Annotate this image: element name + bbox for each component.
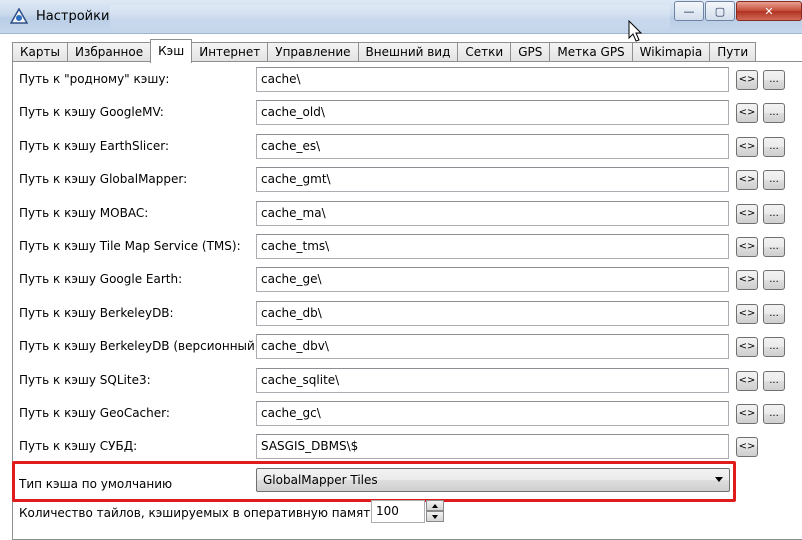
- cache-path-row: Путь к кэшу СУБД: SASGIS_DBMS\$ <>: [19, 434, 802, 460]
- swap-path-button[interactable]: <>: [736, 270, 758, 290]
- cache-path-input[interactable]: cache_old\: [256, 100, 729, 125]
- browse-button[interactable]: ...: [763, 337, 785, 357]
- cache-path-row: Путь к "родному" кэшу: cache\ <>...: [19, 67, 802, 93]
- swap-path-button[interactable]: <>: [736, 304, 758, 324]
- cache-path-row: Путь к кэшу GoogleMV: cache_old\ <>...: [19, 100, 802, 126]
- cache-path-row: Путь к кэшу GlobalMapper: cache_gmt\ <>...: [19, 167, 802, 193]
- cache-path-input[interactable]: cache_ma\: [256, 201, 729, 226]
- swap-path-button[interactable]: <>: [736, 204, 758, 224]
- window-title: Настройки: [36, 9, 110, 24]
- cache-path-label: Путь к кэшу GeoCacher:: [19, 406, 170, 420]
- chevron-down-icon: [715, 477, 723, 482]
- tab-4[interactable]: Управление: [267, 42, 359, 62]
- spin-down-button[interactable]: [426, 511, 444, 522]
- cache-path-label: Путь к кэшу Google Earth:: [19, 272, 183, 286]
- default-cache-type-value: GlobalMapper Tiles: [263, 473, 378, 487]
- cache-path-label: Путь к кэшу GlobalMapper:: [19, 172, 188, 186]
- arrow-down-icon: [432, 515, 438, 519]
- tab-6[interactable]: Сетки: [457, 42, 512, 62]
- tab-1[interactable]: Избранное: [66, 42, 152, 62]
- swap-path-button[interactable]: <>: [736, 103, 758, 123]
- tiles-in-memory-input[interactable]: 100: [371, 500, 425, 523]
- minimize-button[interactable]: —: [674, 1, 704, 21]
- tiles-in-memory-label: Количество тайлов, кэшируемых в оператив…: [19, 506, 378, 520]
- tab-7[interactable]: GPS: [510, 42, 551, 62]
- cache-path-label: Путь к кэшу СУБД:: [19, 439, 138, 453]
- cache-path-input[interactable]: cache_dbv\: [256, 334, 729, 359]
- cache-path-input[interactable]: cache_ge\: [256, 267, 729, 292]
- swap-path-button[interactable]: <>: [736, 70, 758, 90]
- tiles-in-memory-value: 100: [376, 504, 399, 518]
- cache-path-input[interactable]: cache_tms\: [256, 234, 729, 259]
- cache-path-row: Путь к кэшу GeoCacher: cache_gc\ <>...: [19, 401, 802, 427]
- swap-path-button[interactable]: <>: [736, 337, 758, 357]
- swap-path-button[interactable]: <>: [736, 170, 758, 190]
- maximize-icon: ▢: [714, 4, 726, 18]
- cache-path-row: Путь к кэшу MOBAC: cache_ma\ <>...: [19, 201, 802, 227]
- cache-path-row: Путь к кэшу BerkeleyDB: cache_db\ <>...: [19, 301, 802, 327]
- cache-path-label: Путь к "родному" кэшу:: [19, 72, 170, 86]
- arrow-up-icon: [432, 504, 438, 508]
- cache-path-input[interactable]: cache_sqlite\: [256, 368, 729, 393]
- swap-path-button[interactable]: <>: [736, 137, 758, 157]
- close-button[interactable]: ✕: [736, 1, 802, 21]
- swap-path-button[interactable]: <>: [736, 404, 758, 424]
- cache-path-label: Путь к кэшу EarthSlicer:: [19, 139, 170, 153]
- app-icon: [10, 8, 28, 24]
- browse-button[interactable]: ...: [763, 371, 785, 391]
- browse-button[interactable]: ...: [763, 404, 785, 424]
- title-bar[interactable]: Настройки — ▢ ✕: [0, 0, 802, 34]
- tab-2[interactable]: Кэш: [150, 39, 193, 63]
- cache-path-label: Путь к кэшу BerkeleyDB:: [19, 306, 174, 320]
- cache-path-row: Путь к кэшу Tile Map Service (TMS): cache…: [19, 234, 802, 260]
- maximize-button[interactable]: ▢: [705, 1, 735, 21]
- swap-path-button[interactable]: <>: [736, 437, 758, 457]
- cache-path-input[interactable]: cache_db\: [256, 301, 729, 326]
- minimize-icon: —: [683, 4, 695, 18]
- cache-path-label: Путь к кэшу Tile Map Service (TMS):: [19, 239, 241, 253]
- browse-button[interactable]: ...: [763, 137, 785, 157]
- browse-button[interactable]: ...: [763, 70, 785, 90]
- browse-button[interactable]: ...: [763, 270, 785, 290]
- default-cache-type-select[interactable]: GlobalMapper Tiles: [256, 468, 730, 492]
- cache-path-label: Путь к кэшу BerkeleyDB (версионный):: [19, 339, 264, 353]
- cache-path-input[interactable]: cache_gmt\: [256, 167, 729, 192]
- tab-10[interactable]: Пути: [709, 42, 757, 62]
- tab-8[interactable]: Метка GPS: [549, 42, 633, 62]
- default-cache-type-label: Тип кэша по умолчанию: [19, 477, 173, 491]
- browse-button[interactable]: ...: [763, 103, 785, 123]
- cache-path-input[interactable]: SASGIS_DBMS\$: [256, 434, 729, 459]
- tab-3[interactable]: Интернет: [191, 42, 269, 62]
- cache-path-row: Путь к кэшу Google Earth: cache_ge\ <>...: [19, 267, 802, 293]
- swap-path-button[interactable]: <>: [736, 371, 758, 391]
- background-toolbar-ghost: [110, 5, 670, 29]
- browse-button[interactable]: ...: [763, 304, 785, 324]
- browse-button[interactable]: ...: [763, 237, 785, 257]
- cache-path-input[interactable]: cache_gc\: [256, 401, 729, 426]
- cache-path-label: Путь к кэшу GoogleMV:: [19, 105, 164, 119]
- tab-0[interactable]: Карты: [12, 42, 68, 62]
- spin-up-button[interactable]: [426, 500, 444, 511]
- cache-path-label: Путь к кэшу SQLite3:: [19, 373, 151, 387]
- mouse-cursor-icon: [628, 20, 643, 42]
- cache-path-row: Путь к кэшу SQLite3: cache_sqlite\ <>...: [19, 368, 802, 394]
- close-icon: ✕: [764, 4, 774, 18]
- cache-path-input[interactable]: cache\: [256, 67, 729, 92]
- cache-path-label: Путь к кэшу MOBAC:: [19, 206, 149, 220]
- tab-5[interactable]: Внешний вид: [357, 42, 459, 62]
- browse-button[interactable]: ...: [763, 170, 785, 190]
- cache-path-row: Путь к кэшу EarthSlicer: cache_es\ <>...: [19, 134, 802, 160]
- tab-9[interactable]: Wikimapia: [631, 42, 711, 62]
- swap-path-button[interactable]: <>: [736, 237, 758, 257]
- cache-path-input[interactable]: cache_es\: [256, 134, 729, 159]
- cache-path-row: Путь к кэшу BerkeleyDB (версионный): cach…: [19, 334, 802, 360]
- browse-button[interactable]: ...: [763, 204, 785, 224]
